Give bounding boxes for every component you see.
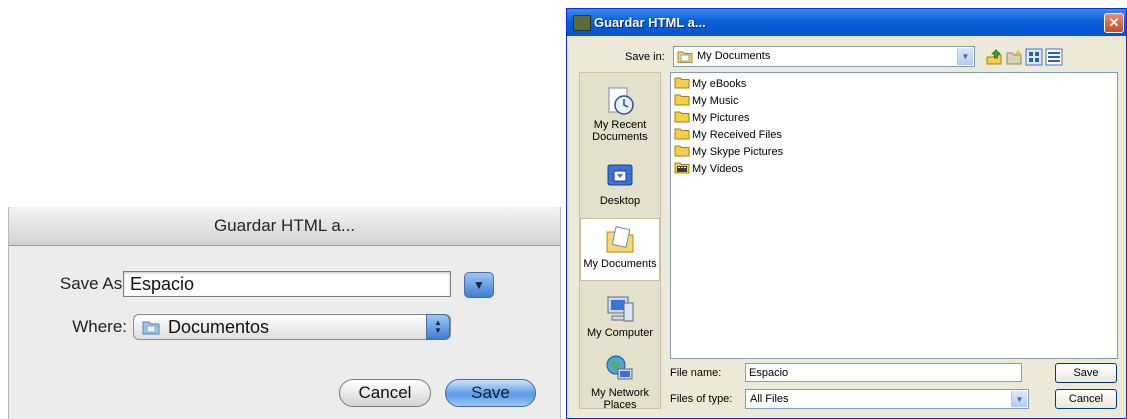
xp-cancel-button[interactable]: Cancel xyxy=(1055,389,1117,409)
save-in-combo[interactable]: My Documents ▼ xyxy=(673,46,975,67)
where-popup[interactable]: Documentos ▲ ▼ xyxy=(133,314,451,340)
place-label: My Network Places xyxy=(590,387,650,411)
files-of-type-label: Files of type: xyxy=(670,393,733,405)
app-icon xyxy=(573,15,591,31)
place-my-computer[interactable]: My Computer xyxy=(580,293,660,339)
video-folder-icon xyxy=(674,162,690,174)
list-item[interactable]: My Videos xyxy=(674,161,743,177)
mac-save-sheet: Guardar HTML a... Save As: ▼ Where: Docu… xyxy=(8,207,561,419)
save-in-value: My Documents xyxy=(697,50,771,62)
where-label: Where: xyxy=(72,317,127,336)
place-label: My Documents xyxy=(583,258,657,270)
recent-documents-icon xyxy=(608,87,634,115)
new-folder-icon[interactable] xyxy=(1005,48,1023,66)
file-name-label: File name: xyxy=(670,367,722,379)
list-item[interactable]: My Music xyxy=(674,93,738,109)
my-documents-small-icon xyxy=(677,51,693,63)
my-computer-icon xyxy=(607,296,634,322)
folder-icon xyxy=(674,77,690,89)
file-name: My Videos xyxy=(692,163,744,175)
xp-save-dialog: Guardar HTML a... ✕ Save in: My Document… xyxy=(566,8,1127,419)
desktop-icon xyxy=(607,164,633,186)
popup-arrows-icon: ▲ ▼ xyxy=(426,314,450,340)
xp-save-button[interactable]: Save xyxy=(1055,363,1117,383)
close-button[interactable]: ✕ xyxy=(1104,13,1124,33)
my-documents-icon xyxy=(606,226,634,253)
mac-sheet-title: Guardar HTML a... xyxy=(9,207,560,246)
place-label: My Computer xyxy=(586,327,654,339)
save-as-label: Save As: xyxy=(59,274,127,293)
expand-dialog-button[interactable]: ▼ xyxy=(464,272,494,298)
place-label: My Recent Documents xyxy=(592,119,648,143)
close-icon: ✕ xyxy=(1108,15,1120,30)
file-name: My Music xyxy=(692,95,739,107)
folder-icon xyxy=(674,94,690,106)
list-item[interactable]: My Pictures xyxy=(674,110,749,126)
details-view-icon[interactable] xyxy=(1045,48,1063,66)
folder-icon xyxy=(674,128,690,140)
mac-save-button[interactable]: Save xyxy=(445,379,536,407)
file-name: My Skype Pictures xyxy=(692,146,784,158)
list-item[interactable]: My eBooks xyxy=(674,76,746,92)
documents-folder-icon xyxy=(142,321,160,335)
file-name: My Pictures xyxy=(692,112,750,124)
place-my-documents[interactable]: My Documents xyxy=(580,218,660,281)
files-of-type-dropdown-arrow-icon[interactable]: ▼ xyxy=(1011,391,1027,407)
file-name: My Received Files xyxy=(692,129,782,141)
folder-icon xyxy=(674,145,690,157)
where-value: Documentos xyxy=(168,317,270,337)
list-item[interactable]: My Received Files xyxy=(674,127,782,143)
save-in-label: Save in: xyxy=(625,51,665,63)
xp-title-text: Guardar HTML a... xyxy=(594,15,706,30)
place-my-recent-documents[interactable]: My Recent Documents xyxy=(580,85,660,143)
mac-cancel-button[interactable]: Cancel xyxy=(339,379,431,407)
files-of-type-value: All Files xyxy=(750,393,789,405)
xp-title-bar[interactable]: Guardar HTML a... ✕ xyxy=(567,9,1126,36)
places-bar: My Recent Documents Desktop My Documents xyxy=(579,72,661,411)
folder-icon xyxy=(674,111,690,123)
place-my-network-places[interactable]: My Network Places xyxy=(580,353,660,411)
file-list[interactable]: My eBooks My Music My Pictures My Receiv… xyxy=(670,72,1118,359)
place-label: Desktop xyxy=(599,195,641,207)
files-of-type-combo[interactable]: All Files ▼ xyxy=(745,389,1029,409)
up-one-level-icon[interactable] xyxy=(985,48,1003,66)
network-places-icon xyxy=(606,355,633,380)
place-desktop[interactable]: Desktop xyxy=(580,161,660,207)
file-name: My eBooks xyxy=(692,78,747,90)
save-as-input[interactable] xyxy=(123,271,451,297)
list-item[interactable]: My Skype Pictures xyxy=(674,144,783,160)
file-name-input[interactable] xyxy=(745,363,1022,382)
chevron-down-icon: ▼ xyxy=(473,278,485,292)
save-in-dropdown-arrow-icon[interactable]: ▼ xyxy=(957,48,973,65)
views-menu-icon[interactable] xyxy=(1025,48,1043,66)
